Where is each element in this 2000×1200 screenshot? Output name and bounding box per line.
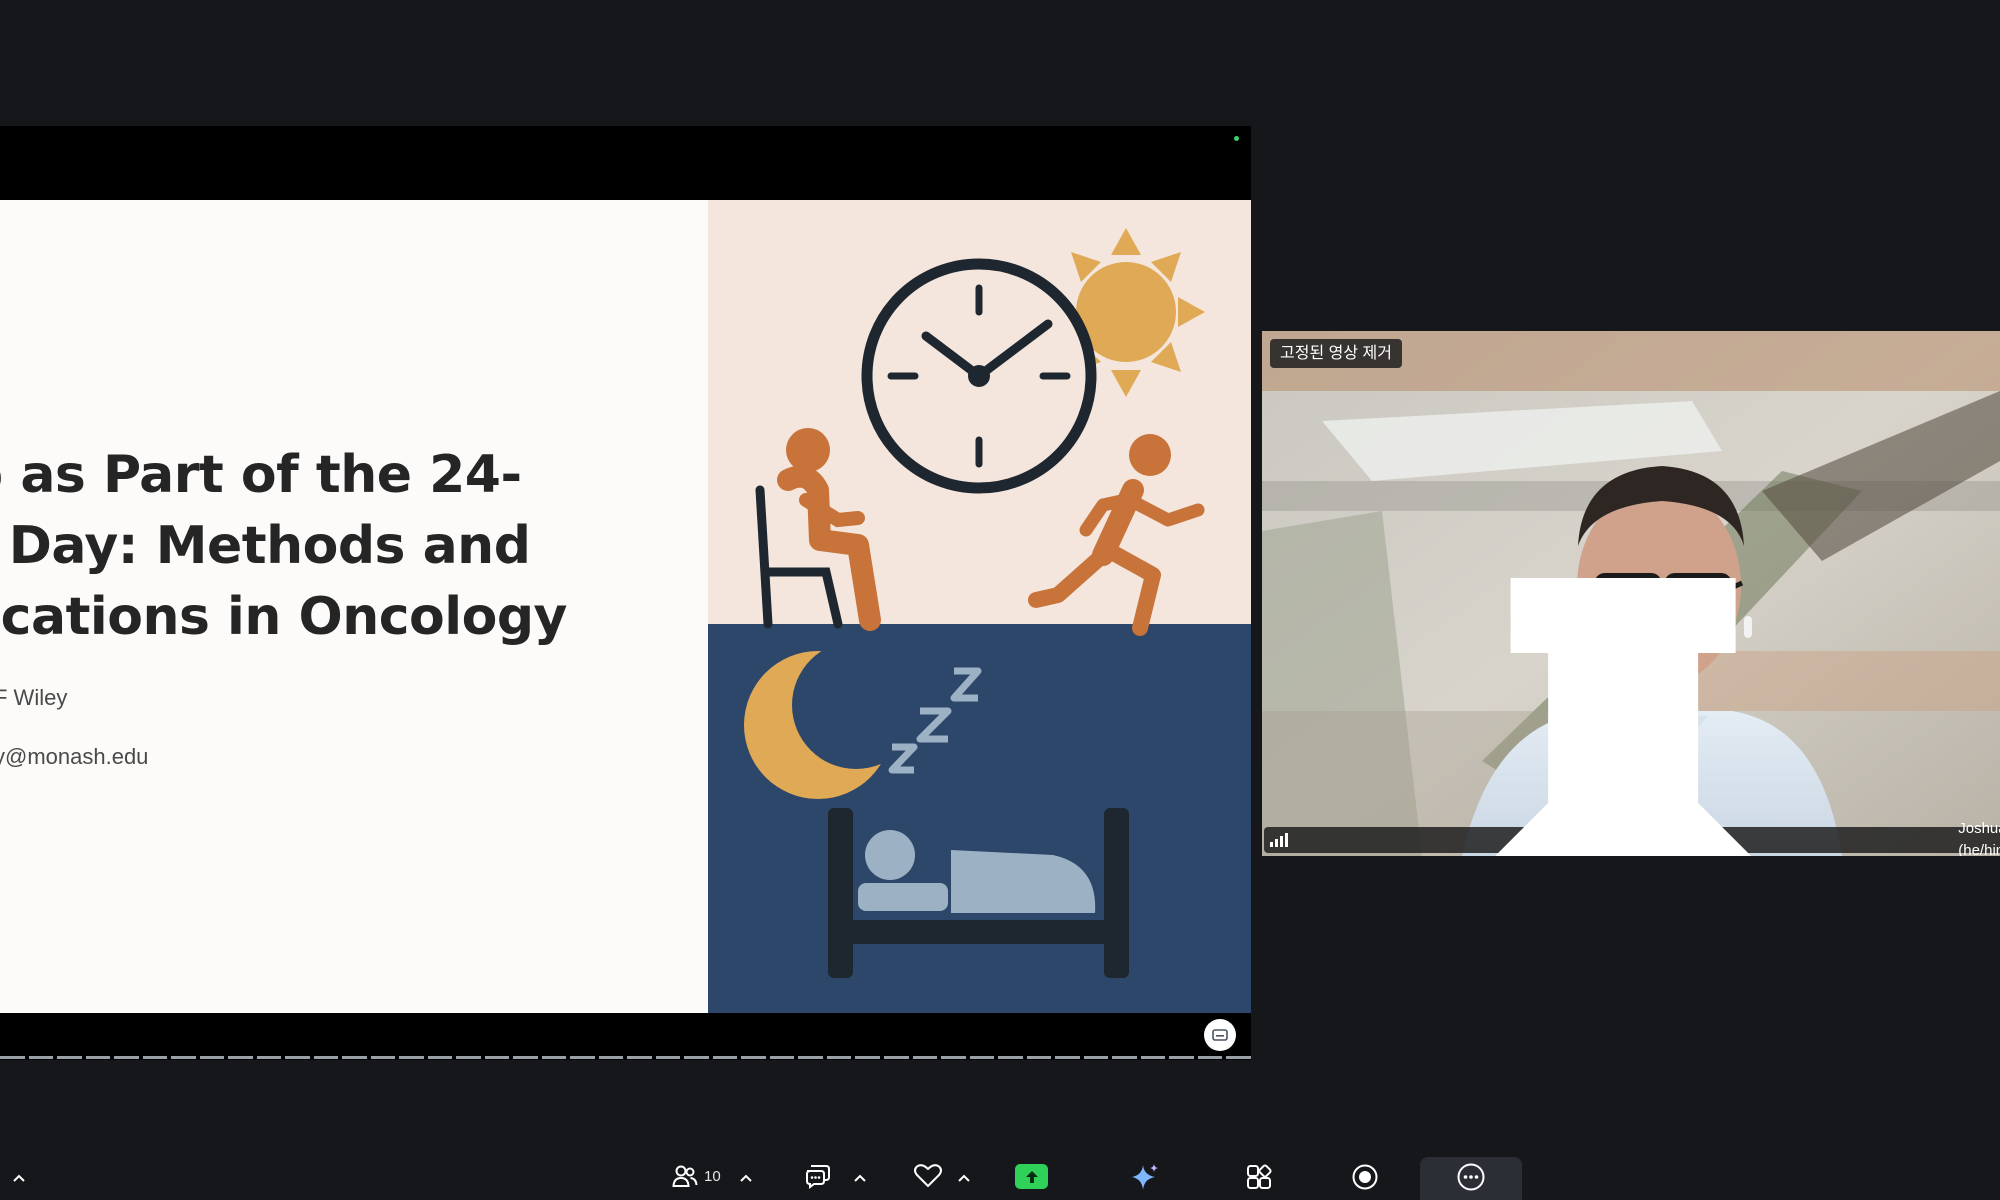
share-screen-icon xyxy=(1025,1170,1038,1183)
slide-title-line-3: lications in Oncology xyxy=(0,587,567,647)
reactions-button[interactable] xyxy=(912,1162,944,1190)
participants-count: 10 xyxy=(704,1167,721,1185)
more-button-icon-wrap[interactable] xyxy=(1456,1162,1486,1192)
slide-illustration xyxy=(708,200,1251,1013)
participants-chevron[interactable] xyxy=(739,1170,753,1188)
more-icon xyxy=(1457,1163,1485,1191)
slide-title-line-1: p as Part of the 24- xyxy=(0,445,522,505)
shared-screen: p as Part of the 24- r Day: Methods and … xyxy=(0,126,1251,1060)
captions-button[interactable] xyxy=(1204,1019,1236,1051)
chevron-up-icon xyxy=(958,1174,970,1182)
share-screen-button[interactable] xyxy=(1015,1164,1048,1189)
toolbar-left-chevron[interactable] xyxy=(12,1170,26,1188)
meeting-toolbar: 10 xyxy=(0,1150,2000,1200)
apps-icon xyxy=(1247,1164,1272,1189)
share-progress-bar xyxy=(0,1056,1251,1059)
apps-button[interactable] xyxy=(1244,1162,1274,1192)
chat-icon xyxy=(806,1165,830,1189)
chevron-up-icon xyxy=(854,1174,866,1182)
slide-title: p as Part of the 24- r Day: Methods and … xyxy=(0,440,708,653)
reactions-chevron[interactable] xyxy=(957,1170,971,1188)
presentation-slide: p as Part of the 24- r Day: Methods and … xyxy=(0,200,1251,1013)
captions-icon xyxy=(1212,1029,1228,1041)
pinned-participant-video[interactable]: 고정된 영상 제거 Joshua Wiley (he/him) xyxy=(1262,331,2000,856)
reactions-icon xyxy=(914,1164,942,1187)
participants-button[interactable]: 10 xyxy=(672,1162,721,1190)
ai-companion-icon xyxy=(1132,1164,1158,1190)
record-icon xyxy=(1352,1164,1378,1190)
chevron-up-icon xyxy=(13,1174,25,1182)
participant-name: Joshua Wiley (he/him) xyxy=(1958,820,2000,856)
pin-icon xyxy=(1494,577,1752,856)
record-button[interactable] xyxy=(1350,1162,1380,1192)
participants-icon xyxy=(672,1165,698,1187)
signal-icon xyxy=(1270,833,1288,847)
clock-icon xyxy=(861,258,1097,494)
slide-email: y@monash.edu xyxy=(0,744,149,769)
slide-title-line-2: r Day: Methods and xyxy=(0,516,531,576)
slide-text-panel: p as Part of the 24- r Day: Methods and … xyxy=(0,200,708,1013)
chat-button[interactable] xyxy=(803,1162,833,1190)
slide-author: F Wiley xyxy=(0,685,68,710)
chat-chevron[interactable] xyxy=(853,1170,867,1188)
chevron-up-icon xyxy=(740,1174,752,1182)
unpin-video-button[interactable]: 고정된 영상 제거 xyxy=(1270,339,1402,368)
share-status-dot xyxy=(1234,136,1239,141)
ai-companion-button[interactable] xyxy=(1129,1161,1161,1193)
participant-name-tag: Joshua Wiley (he/him) xyxy=(1264,577,2000,856)
